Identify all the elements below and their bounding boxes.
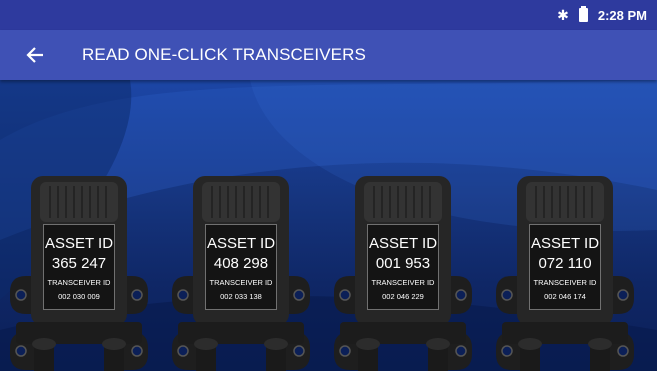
asset-id-heading: ASSET ID — [368, 235, 438, 252]
battery-icon — [578, 6, 588, 22]
asset-id-value: 001 953 — [375, 255, 431, 272]
app-bar: READ ONE-CLICK TRANSCEIVERS — [0, 30, 657, 80]
transceiver-id-value: 002 033 138 — [220, 292, 262, 301]
transceiver-list: ASSET ID 365 247 TRANSCEIVER ID 002 030 … — [0, 80, 657, 371]
asset-id-value: 365 247 — [51, 255, 107, 272]
back-button[interactable] — [22, 42, 48, 68]
status-bar: ✱ 2:28 PM — [0, 0, 657, 30]
page-title: READ ONE-CLICK TRANSCEIVERS — [82, 45, 366, 64]
asset-id-value: 408 298 — [213, 255, 269, 272]
transceiver-card[interactable]: ASSET ID 408 298 TRANSCEIVER ID 002 033 … — [168, 172, 314, 371]
transceiver-id-heading: TRANSCEIVER ID — [371, 278, 435, 287]
arrow-back-icon — [26, 47, 43, 63]
asset-id-value: 072 110 — [538, 255, 592, 272]
transceiver-id-heading: TRANSCEIVER ID — [47, 278, 111, 287]
transceiver-id-value: 002 030 009 — [58, 292, 100, 301]
transceiver-id-value: 002 046 174 — [544, 292, 586, 301]
status-time: 2:28 PM — [597, 7, 647, 23]
transceiver-card[interactable]: ASSET ID 365 247 TRANSCEIVER ID 002 030 … — [6, 172, 152, 371]
transceiver-id-value: 002 046 229 — [382, 292, 424, 301]
asset-label-panel: ASSET ID 408 298 TRANSCEIVER ID 002 033 … — [205, 224, 277, 310]
asset-label-panel: ASSET ID 072 110 TRANSCEIVER ID 002 046 … — [529, 224, 601, 310]
asset-label-panel: ASSET ID 365 247 TRANSCEIVER ID 002 030 … — [43, 224, 115, 310]
transceiver-card[interactable]: ASSET ID 001 953 TRANSCEIVER ID 002 046 … — [330, 172, 476, 371]
asset-id-heading: ASSET ID — [530, 235, 600, 252]
asset-id-heading: ASSET ID — [206, 235, 276, 252]
asset-id-heading: ASSET ID — [44, 235, 114, 252]
transceiver-id-heading: TRANSCEIVER ID — [209, 278, 273, 287]
bluetooth-icon: ✱ — [557, 6, 569, 23]
transceiver-card[interactable]: ASSET ID 072 110 TRANSCEIVER ID 002 046 … — [492, 172, 638, 371]
transceiver-id-heading: TRANSCEIVER ID — [533, 278, 597, 287]
asset-label-panel: ASSET ID 001 953 TRANSCEIVER ID 002 046 … — [367, 224, 439, 310]
